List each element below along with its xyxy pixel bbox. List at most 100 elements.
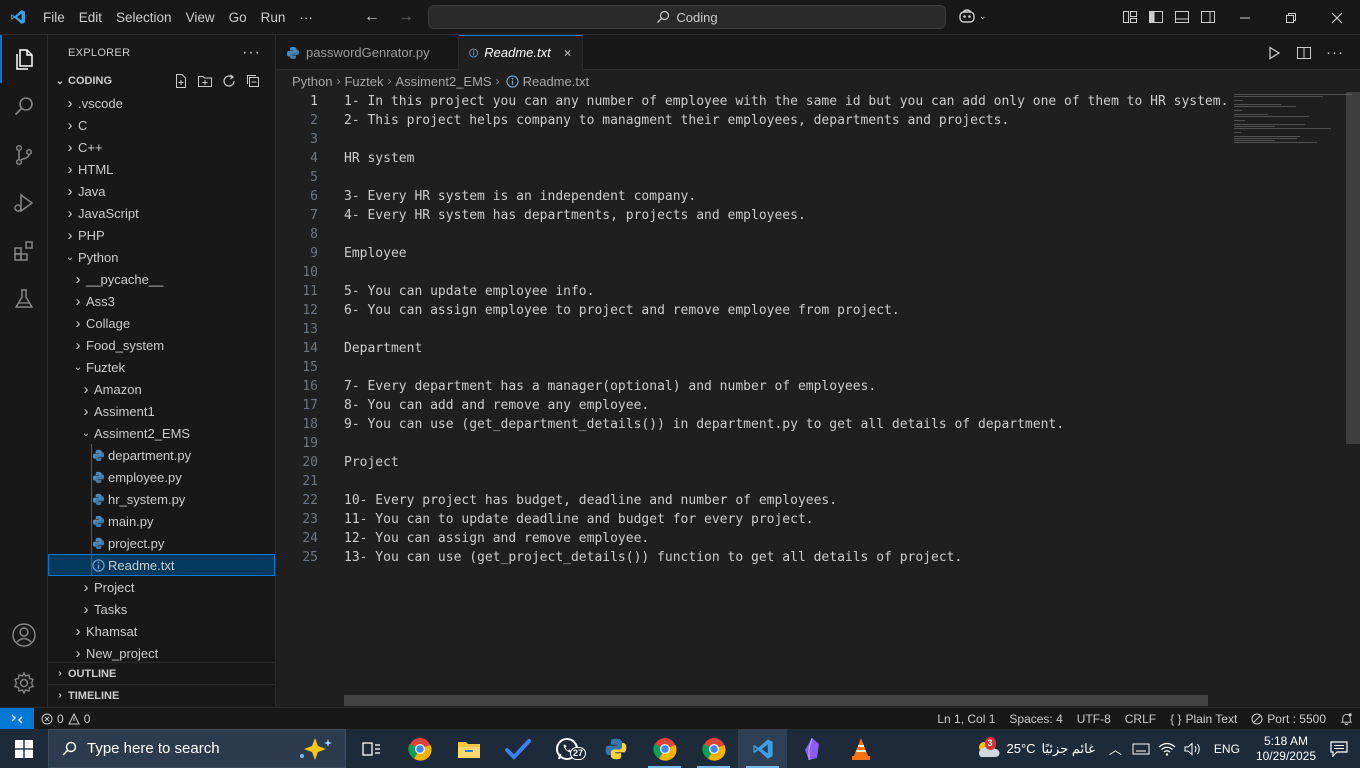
tree-file[interactable]: Readme.txt [48, 554, 275, 576]
menu-go[interactable]: Go [222, 0, 254, 35]
tree-folder[interactable]: ⌄ Python [48, 246, 275, 268]
code-line[interactable]: 3 [276, 130, 1224, 149]
menu-edit[interactable]: Edit [72, 0, 109, 35]
more-actions-icon[interactable]: ··· [1326, 44, 1344, 61]
volume-icon[interactable] [1184, 741, 1202, 756]
code-line[interactable]: 19 [276, 434, 1224, 453]
tree-folder[interactable]: › Collage [48, 312, 275, 334]
toggle-primary-sidebar-icon[interactable] [1148, 9, 1164, 25]
taskbar-search[interactable]: Type here to search [48, 729, 346, 768]
toggle-secondary-sidebar-icon[interactable] [1200, 9, 1216, 25]
code-line[interactable]: 25 13- You can use (get_project_details()… [276, 548, 1224, 567]
explorer-more-button[interactable]: ··· [242, 44, 261, 62]
taskbar-chrome-3[interactable] [689, 729, 738, 768]
menu-selection[interactable]: Selection [109, 0, 179, 35]
customize-layout-icon[interactable] [1122, 9, 1138, 25]
taskbar-chrome[interactable] [395, 729, 444, 768]
tree-folder[interactable]: › Assiment1 [48, 400, 275, 422]
extensions-activity[interactable] [0, 227, 48, 275]
code-line[interactable]: 7 4- Every HR system has departments, pro… [276, 206, 1224, 225]
code-line[interactable]: 17 8- You can add and remove any employee… [276, 396, 1224, 415]
tree-folder[interactable]: › New_project [48, 642, 275, 664]
tree-folder[interactable]: › PHP [48, 224, 275, 246]
tree-folder[interactable]: ⌄ Fuztek [48, 356, 275, 378]
code-line[interactable]: 23 11- You can to update deadline and bud… [276, 510, 1224, 529]
back-arrow-icon[interactable]: ← [364, 8, 380, 26]
tree-file[interactable]: project.py [48, 532, 275, 554]
new-folder-icon[interactable] [197, 73, 213, 89]
notification-center-icon[interactable] [1330, 740, 1348, 757]
explorer-activity[interactable] [0, 35, 48, 83]
manage-activity[interactable] [0, 659, 48, 707]
code-line[interactable]: 11 5- You can update employee info. [276, 282, 1224, 301]
breadcrumb-item[interactable]: Python [292, 74, 332, 89]
code-line[interactable]: 13 [276, 320, 1224, 339]
weather-widget[interactable]: 3 25°C غائم جزئيًا [967, 736, 1103, 759]
indentation[interactable]: Spaces: 4 [1002, 708, 1069, 730]
code-line[interactable]: 4 HR system [276, 149, 1224, 168]
tree-folder[interactable]: › Food_system [48, 334, 275, 356]
code-line[interactable]: 12 6- You can assign employee to project … [276, 301, 1224, 320]
search-activity[interactable] [0, 83, 48, 131]
code-line[interactable]: 24 12- You can assign and remove employee… [276, 529, 1224, 548]
code-line[interactable]: 10 [276, 263, 1224, 282]
testing-activity[interactable] [0, 275, 48, 323]
breadcrumb-item[interactable]: Readme.txt [523, 74, 589, 89]
code-line[interactable]: 5 [276, 168, 1224, 187]
code-line[interactable]: 14 Department [276, 339, 1224, 358]
tree-folder[interactable]: › Tasks [48, 598, 275, 620]
command-center-search[interactable]: Coding [428, 5, 946, 29]
workspace-section-header[interactable]: ⌄ CODING [48, 70, 275, 92]
source-control-activity[interactable] [0, 131, 48, 179]
menu-view[interactable]: View [179, 0, 222, 35]
taskbar-vscode[interactable] [738, 729, 787, 768]
forward-arrow-icon[interactable]: → [398, 8, 414, 26]
encoding[interactable]: UTF-8 [1070, 708, 1118, 730]
tree-folder[interactable]: › .vscode [48, 92, 275, 114]
outline-section-header[interactable]: › OUTLINE [48, 662, 275, 684]
remote-indicator[interactable] [0, 707, 34, 730]
cursor-position[interactable]: Ln 1, Col 1 [930, 708, 1002, 730]
taskbar-todo[interactable] [493, 729, 542, 768]
code-line[interactable]: 16 7- Every department has a manager(opti… [276, 377, 1224, 396]
run-icon[interactable] [1266, 45, 1282, 61]
keyboard-icon[interactable] [1132, 742, 1150, 756]
run-debug-activity[interactable] [0, 179, 48, 227]
new-file-icon[interactable] [173, 73, 189, 89]
menu-more[interactable]: ··· [292, 0, 320, 35]
split-editor-icon[interactable] [1296, 45, 1312, 61]
tree-folder[interactable]: › JavaScript [48, 202, 275, 224]
tree-folder[interactable]: › C [48, 114, 275, 136]
code-line[interactable]: 15 [276, 358, 1224, 377]
timeline-section-header[interactable]: › TIMELINE [48, 684, 275, 706]
menu-file[interactable]: File [36, 0, 72, 35]
collapse-all-icon[interactable] [245, 73, 261, 89]
taskbar-vlc[interactable] [836, 729, 885, 768]
code-line[interactable]: 21 [276, 472, 1224, 491]
minimize-button[interactable] [1222, 0, 1268, 35]
minimap[interactable] [1232, 92, 1358, 702]
notifications-button[interactable] [1333, 708, 1360, 730]
clock[interactable]: 5:18 AM 10/29/2025 [1248, 734, 1324, 764]
code-editor[interactable]: 1 1- In this project you can any number o… [276, 92, 1228, 702]
live-server-port[interactable]: Port : 5500 [1244, 708, 1333, 730]
code-line[interactable]: 22 10- Every project has budget, deadline… [276, 491, 1224, 510]
tree-folder[interactable]: › C++ [48, 136, 275, 158]
tree-folder[interactable]: › Project [48, 576, 275, 598]
breadcrumb-item[interactable]: Fuztek [344, 74, 383, 89]
breadcrumb-item[interactable]: Assiment2_EMS [396, 74, 492, 89]
tree-folder[interactable]: › __pycache__ [48, 268, 275, 290]
code-line[interactable]: 2 2- This project helps company to managm… [276, 111, 1224, 130]
tree-file[interactable]: department.py [48, 444, 275, 466]
toggle-panel-icon[interactable] [1174, 9, 1190, 25]
taskbar-chrome-2[interactable] [640, 729, 689, 768]
tab-password-generator[interactable]: passwordGenrator.py [276, 35, 459, 70]
code-line[interactable]: 20 Project [276, 453, 1224, 472]
tree-file[interactable]: main.py [48, 510, 275, 532]
copilot-button[interactable]: ⌄ [958, 8, 987, 24]
accounts-activity[interactable] [0, 611, 48, 659]
tree-folder[interactable]: › Khamsat [48, 620, 275, 642]
tree-folder[interactable]: ⌄ Assiment2_EMS [48, 422, 275, 444]
taskbar-file-explorer[interactable] [444, 729, 493, 768]
menu-run[interactable]: Run [254, 0, 293, 35]
